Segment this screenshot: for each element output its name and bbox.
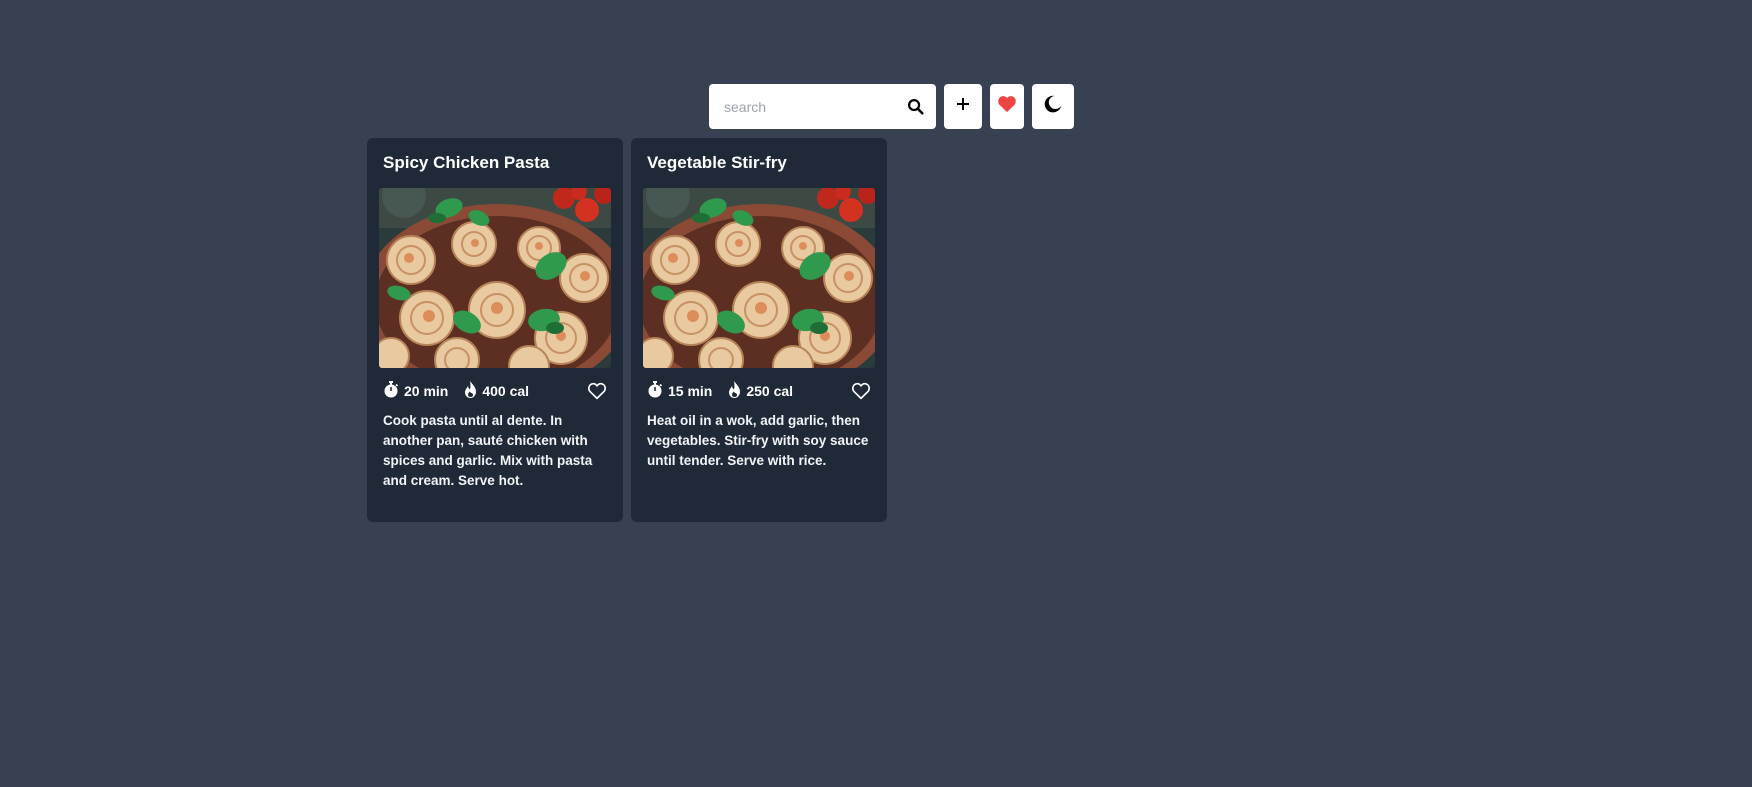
add-recipe-button[interactable]	[944, 84, 982, 129]
recipe-time-value: 15 min	[668, 383, 713, 399]
flame-icon	[464, 381, 477, 401]
recipe-list: Spicy Chicken Pasta 20 min 400 cal Cook …	[367, 138, 887, 522]
stopwatch-icon	[383, 381, 399, 401]
moon-icon	[1043, 94, 1063, 119]
recipe-calories-value: 400 cal	[482, 383, 530, 399]
recipe-meta: 20 min 400 cal	[383, 380, 607, 402]
favorites-button[interactable]	[990, 84, 1024, 129]
recipe-image	[379, 188, 611, 368]
recipe-time: 20 min	[383, 381, 448, 401]
heart-filled-icon	[997, 95, 1017, 118]
recipe-card[interactable]: Spicy Chicken Pasta 20 min 400 cal Cook …	[367, 138, 623, 522]
recipe-description: Heat oil in a wok, add garlic, then vege…	[647, 413, 869, 468]
stopwatch-icon	[647, 381, 663, 401]
recipe-meta: 15 min 250 cal	[647, 380, 871, 402]
recipe-card[interactable]: Vegetable Stir-fry 15 min 250 cal Heat o…	[631, 138, 887, 522]
heart-outline-icon[interactable]	[587, 382, 607, 400]
flame-icon	[728, 381, 741, 401]
recipe-time-value: 20 min	[404, 383, 449, 399]
recipe-title: Vegetable Stir-fry	[647, 153, 787, 172]
heart-outline-icon[interactable]	[851, 382, 871, 400]
search-icon[interactable]	[904, 96, 926, 118]
recipe-calories: 250 cal	[728, 381, 793, 401]
search-input[interactable]	[722, 97, 904, 116]
search-box	[709, 84, 936, 129]
recipe-title: Spicy Chicken Pasta	[383, 153, 550, 172]
recipe-description: Cook pasta until al dente. In another pa…	[383, 413, 593, 488]
recipe-calories-value: 250 cal	[746, 383, 794, 399]
toolbar	[709, 84, 1074, 129]
plus-icon	[956, 97, 970, 116]
theme-toggle-button[interactable]	[1032, 84, 1074, 129]
recipe-time: 15 min	[647, 381, 712, 401]
recipe-image	[643, 188, 875, 368]
recipe-calories: 400 cal	[464, 381, 529, 401]
